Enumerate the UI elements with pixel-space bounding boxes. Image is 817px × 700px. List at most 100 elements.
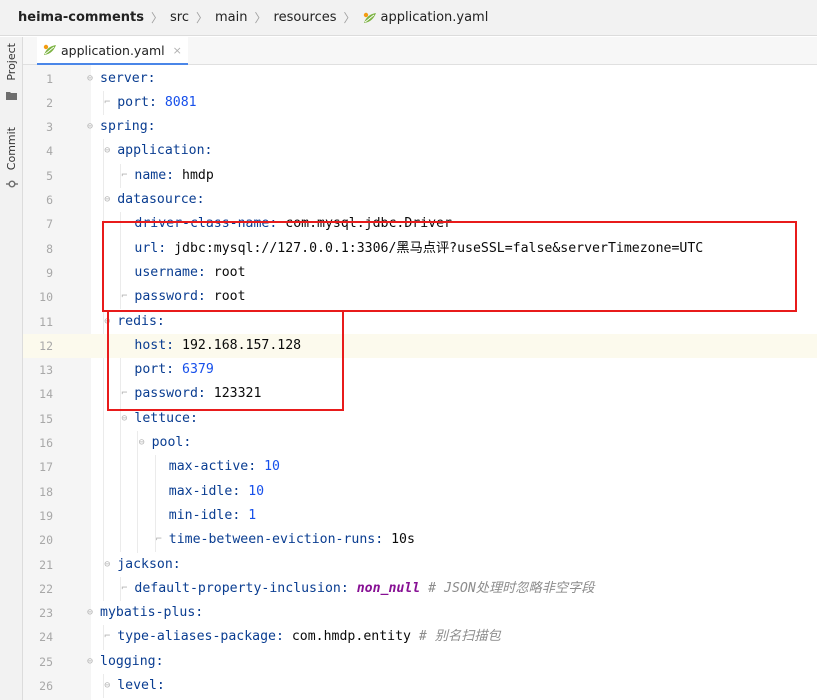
yaml-value: 8081	[164, 94, 197, 110]
code-line[interactable]: 25 ⊖ logging:	[23, 650, 817, 674]
fold-end-icon[interactable]: ⌐	[121, 382, 127, 406]
yaml-key: max-active:	[168, 459, 265, 475]
code-line[interactable]: 26 ⊖ level:	[23, 674, 817, 698]
fold-collapse-icon[interactable]: ⊖	[87, 115, 93, 139]
yaml-value: 1	[248, 507, 257, 523]
tab-application-yaml[interactable]: application.yaml ×	[37, 37, 188, 65]
code-line[interactable]: 23 ⊖ mybatis-plus:	[23, 601, 817, 625]
yaml-key: min-idle:	[168, 507, 249, 523]
line-number: 7	[46, 217, 53, 232]
code-text: type-aliases-package: com.hmdp.entity # …	[117, 625, 501, 649]
code-line[interactable]: 7 driver-class-name: com.mysql.jdbc.Drive…	[23, 212, 817, 236]
editor-tab-bar: application.yaml ×	[23, 37, 817, 65]
line-number: 2	[46, 95, 53, 110]
breadcrumb-project[interactable]: heima-comments	[18, 10, 144, 25]
yaml-value: non_null	[356, 580, 421, 596]
code-line[interactable]: 21 ⊖ jackson:	[23, 553, 817, 577]
fold-collapse-icon[interactable]: ⊖	[104, 188, 110, 212]
code-line[interactable]: 15 ⊖ lettuce:	[23, 407, 817, 431]
breadcrumb-src[interactable]: src	[170, 10, 189, 25]
fold-end-icon[interactable]: ⌐	[104, 625, 110, 649]
fold-end-icon[interactable]: ⌐	[121, 285, 127, 309]
code-text: spring:	[100, 115, 156, 139]
yaml-key: username:	[134, 264, 214, 280]
yaml-key: logging:	[100, 653, 164, 669]
code-line[interactable]: 2 ⌐ port: 8081	[23, 91, 817, 115]
code-line[interactable]: 1 ⊖ server:	[23, 67, 817, 91]
yaml-key: password:	[134, 289, 214, 305]
fold-end-icon[interactable]: ⌐	[121, 577, 127, 601]
code-line[interactable]: 8 url: jdbc:mysql://127.0.0.1:3306/黑马点评?u…	[23, 237, 817, 261]
breadcrumb-main[interactable]: main	[215, 10, 247, 25]
breadcrumb-file[interactable]: application.yaml	[363, 10, 488, 25]
code-text: password: root	[134, 285, 245, 309]
close-icon[interactable]: ×	[173, 44, 182, 57]
yaml-value: com.mysql.jdbc.Driver	[285, 216, 452, 232]
yaml-key: redis:	[117, 313, 165, 329]
code-text: url: jdbc:mysql://127.0.0.1:3306/黑马点评?us…	[134, 237, 703, 261]
code-line[interactable]: 16 ⊖ pool:	[23, 431, 817, 455]
code-line[interactable]: 9 username: root	[23, 261, 817, 285]
code-line[interactable]: 17 max-active: 10	[23, 455, 817, 479]
line-number: 20	[39, 533, 53, 548]
code-text: port: 6379	[134, 358, 213, 382]
yaml-comment: # 别名扫描包	[410, 629, 501, 645]
line-number: 1	[46, 71, 53, 86]
code-line[interactable]: 20 ⌐ time-between-eviction-runs: 10s	[23, 528, 817, 552]
yaml-comment: # JSON处理时忽略非空字段	[420, 580, 595, 596]
line-number: 17	[39, 460, 53, 475]
code-editor[interactable]: 1 ⊖ server: 2 ⌐ port: 8081 3 ⊖ spring: 4 ⊖ applicat…	[23, 65, 817, 700]
commit-tool-label: Commit	[5, 127, 18, 171]
fold-collapse-icon[interactable]: ⊖	[87, 67, 93, 91]
fold-end-icon[interactable]: ⌐	[121, 164, 127, 188]
yaml-value: 192.168.157.128	[182, 337, 302, 353]
fold-end-icon[interactable]: ⌐	[104, 91, 110, 115]
code-text: host: 192.168.157.128	[134, 334, 301, 358]
project-tool-button[interactable]: Project	[0, 43, 23, 104]
yaml-key: time-between-eviction-runs:	[168, 532, 392, 548]
code-line[interactable]: 24 ⌐ type-aliases-package: com.hmdp.entity…	[23, 625, 817, 649]
code-text: pool:	[152, 431, 192, 455]
fold-collapse-icon[interactable]: ⊖	[121, 407, 127, 431]
fold-collapse-icon[interactable]: ⊖	[139, 431, 145, 455]
tool-window-strip: Project Commit	[0, 37, 23, 700]
fold-collapse-icon[interactable]: ⊖	[104, 674, 110, 698]
code-line[interactable]: 22 ⌐ default-property-inclusion: non_null …	[23, 577, 817, 601]
yaml-key: level:	[117, 678, 165, 693]
yaml-file-icon	[43, 44, 57, 56]
fold-collapse-icon[interactable]: ⊖	[87, 650, 93, 674]
code-line[interactable]: 4 ⊖ application:	[23, 139, 817, 163]
code-text: lettuce:	[134, 407, 198, 431]
commit-tool-button[interactable]: Commit	[0, 127, 23, 193]
fold-end-icon[interactable]: ⌐	[156, 528, 162, 552]
code-text: time-between-eviction-runs: 10s	[169, 528, 415, 552]
code-line[interactable]: 10 ⌐ password: root	[23, 285, 817, 309]
yaml-value: hmdp	[182, 167, 214, 183]
yaml-key: mybatis-plus:	[100, 605, 204, 621]
line-number: 10	[39, 290, 53, 305]
code-line[interactable]: 6 ⊖ datasource:	[23, 188, 817, 212]
yaml-key: spring:	[100, 119, 156, 135]
code-text: server:	[100, 67, 156, 91]
code-text: mybatis-plus:	[100, 601, 203, 625]
line-number: 11	[39, 314, 53, 329]
fold-collapse-icon[interactable]: ⊖	[87, 601, 93, 625]
code-line[interactable]: 19 min-idle: 1	[23, 504, 817, 528]
code-line[interactable]: 14 ⌐ password: 123321	[23, 382, 817, 406]
project-tool-label: Project	[5, 43, 18, 81]
code-line[interactable]: 13 port: 6379	[23, 358, 817, 382]
code-line[interactable]: 3 ⊖ spring:	[23, 115, 817, 139]
code-text: name: hmdp	[134, 164, 213, 188]
tab-label: application.yaml	[61, 42, 165, 58]
fold-collapse-icon[interactable]: ⊖	[104, 553, 110, 577]
breadcrumb-resources[interactable]: resources	[274, 10, 337, 25]
code-line[interactable]: 12 host: 192.168.157.128	[23, 333, 817, 359]
fold-collapse-icon[interactable]: ⊖	[104, 310, 110, 334]
code-text: max-active: 10	[169, 455, 280, 479]
fold-collapse-icon[interactable]: ⊖	[104, 139, 110, 163]
line-number: 3	[46, 120, 53, 135]
code-line[interactable]: 18 max-idle: 10	[23, 480, 817, 504]
code-line[interactable]: 5 ⌐ name: hmdp	[23, 164, 817, 188]
code-line[interactable]: 11 ⊖ redis:	[23, 310, 817, 334]
line-number: 19	[39, 508, 53, 523]
